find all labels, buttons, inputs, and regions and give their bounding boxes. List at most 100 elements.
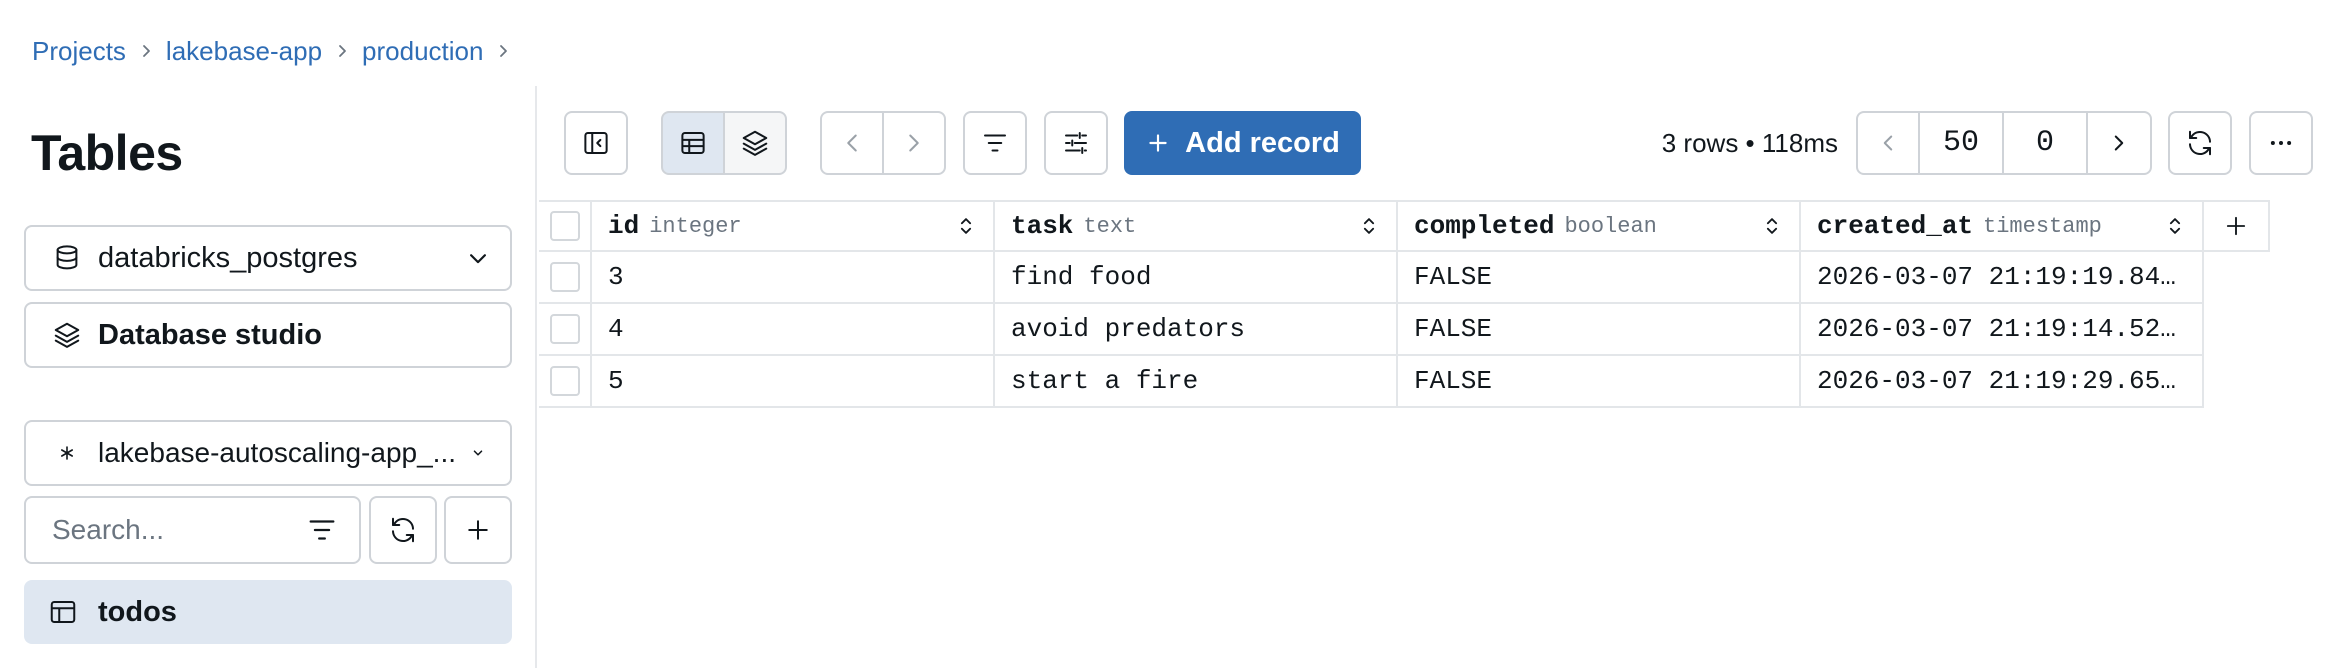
plus-icon [2226,216,2246,236]
sort-icon[interactable] [955,215,977,237]
breadcrumb-project[interactable]: lakebase-app [166,36,322,67]
table-cell[interactable]: avoid predators [995,304,1398,356]
chevron-right-icon [126,30,166,72]
column-type: integer [649,213,742,239]
chevron-down-icon [464,439,492,467]
history-back-button[interactable] [820,111,884,175]
add-record-label: Add record [1185,126,1340,159]
sidebar-item-todos[interactable]: todos [24,580,512,644]
breadcrumb: Projects lakebase-app production [32,30,523,72]
columns-settings-button[interactable] [1044,111,1108,175]
chevron-left-icon [1883,135,1893,151]
column-name: id [608,211,640,241]
offset-input[interactable] [2004,126,2086,160]
add-column-button[interactable] [2204,200,2270,252]
offset-field [2002,111,2088,175]
table-icon [48,597,78,627]
schema-view-button[interactable] [723,111,787,175]
column-type: timestamp [1983,213,2102,239]
branch-select[interactable]: lakebase-autoscaling-app_... [24,420,512,486]
page-size-field [1918,111,2004,175]
refresh-data-button[interactable] [2168,111,2232,175]
table-cell[interactable]: 2026-03-07 21:19:19.84… [1801,252,2204,304]
column-header-id[interactable]: id integer [592,200,995,252]
more-options-button[interactable] [2249,111,2313,175]
row-count-status: 3 rows • 118ms [1661,127,1838,158]
database-select-label: databricks_postgres [98,241,358,274]
column-name: task [1011,211,1074,241]
table-view-button[interactable] [661,111,725,175]
snowflake-icon [50,436,84,470]
column-header-completed[interactable]: completed boolean [1398,200,1801,252]
database-studio-label: Database studio [98,318,322,351]
filter-button[interactable] [963,111,1027,175]
sidebar: Tables databricks_postgres Database stud… [0,86,537,668]
layers-icon [742,130,768,156]
table-cell[interactable]: start a fire [995,356,1398,408]
column-type: boolean [1564,213,1657,239]
page-size-input[interactable] [1920,126,2002,160]
filter-icon[interactable] [305,513,339,547]
sidebar-collapse-icon [584,132,608,154]
row-checkbox[interactable] [539,252,592,304]
table-cell[interactable]: FALSE [1398,356,1801,408]
sidebar-item-label: todos [98,595,177,628]
chevron-right-icon [2114,135,2124,151]
table-row[interactable]: 4 avoid predators FALSE 2026-03-07 21:19… [539,304,2270,356]
next-page-button[interactable] [2086,111,2152,175]
column-name: created_at [1817,211,1974,241]
history-forward-button[interactable] [882,111,946,175]
add-record-button[interactable]: Add record [1124,111,1361,175]
table-cell[interactable]: 4 [592,304,995,356]
prev-page-button[interactable] [1856,111,1920,175]
search-input[interactable] [52,514,305,546]
table-row[interactable]: 3 find food FALSE 2026-03-07 21:19:19.84… [539,252,2270,304]
chevron-right-icon [322,30,362,72]
column-name: completed [1414,211,1555,241]
database-icon [50,241,84,275]
sort-icon[interactable] [1358,215,1380,237]
plus-icon [1145,130,1171,156]
filter-icon [984,134,1006,152]
column-header-task[interactable]: task text [995,200,1398,252]
chevron-right-icon[interactable] [483,30,523,72]
row-checkbox[interactable] [539,304,592,356]
data-table: id integer task text completed boolean c… [539,200,2270,408]
table-cell[interactable]: 2026-03-07 21:19:14.52… [1801,304,2204,356]
database-studio-button[interactable]: Database studio [24,302,512,368]
sort-icon[interactable] [1761,215,1783,237]
column-type: text [1083,213,1137,239]
branch-select-label: lakebase-autoscaling-app_... [98,437,457,468]
chevron-down-icon [464,244,492,272]
database-select[interactable]: databricks_postgres [24,225,512,291]
table-cell[interactable]: 5 [592,356,995,408]
table-cell[interactable]: FALSE [1398,252,1801,304]
add-table-button[interactable] [444,496,512,564]
row-checkbox[interactable] [539,356,592,408]
table-cell[interactable]: 2026-03-07 21:19:29.65… [1801,356,2204,408]
toggle-sidebar-button[interactable] [564,111,628,175]
pagination [1856,111,2152,175]
table-cell[interactable]: find food [995,252,1398,304]
sidebar-title: Tables [31,125,183,181]
table-row[interactable]: 5 start a fire FALSE 2026-03-07 21:19:29… [539,356,2270,408]
chevron-right-icon [909,134,919,152]
layers-icon [50,318,84,352]
search-field [24,496,361,564]
refresh-tables-button[interactable] [369,496,437,564]
more-horizontal-icon [2270,141,2292,145]
table-cell[interactable]: FALSE [1398,304,1801,356]
refresh-icon [392,517,414,543]
grid-icon [681,132,705,154]
plus-icon [468,520,488,540]
sort-icon[interactable] [2164,215,2186,237]
breadcrumb-branch[interactable]: production [362,36,483,67]
refresh-icon [2189,130,2211,156]
column-header-created-at[interactable]: created_at timestamp [1801,200,2204,252]
sliders-icon [1065,132,1087,154]
select-all-checkbox[interactable] [539,200,592,252]
table-cell[interactable]: 3 [592,252,995,304]
breadcrumb-projects[interactable]: Projects [32,36,126,67]
chevron-left-icon [847,134,857,152]
table-header-row: id integer task text completed boolean c… [539,200,2270,252]
